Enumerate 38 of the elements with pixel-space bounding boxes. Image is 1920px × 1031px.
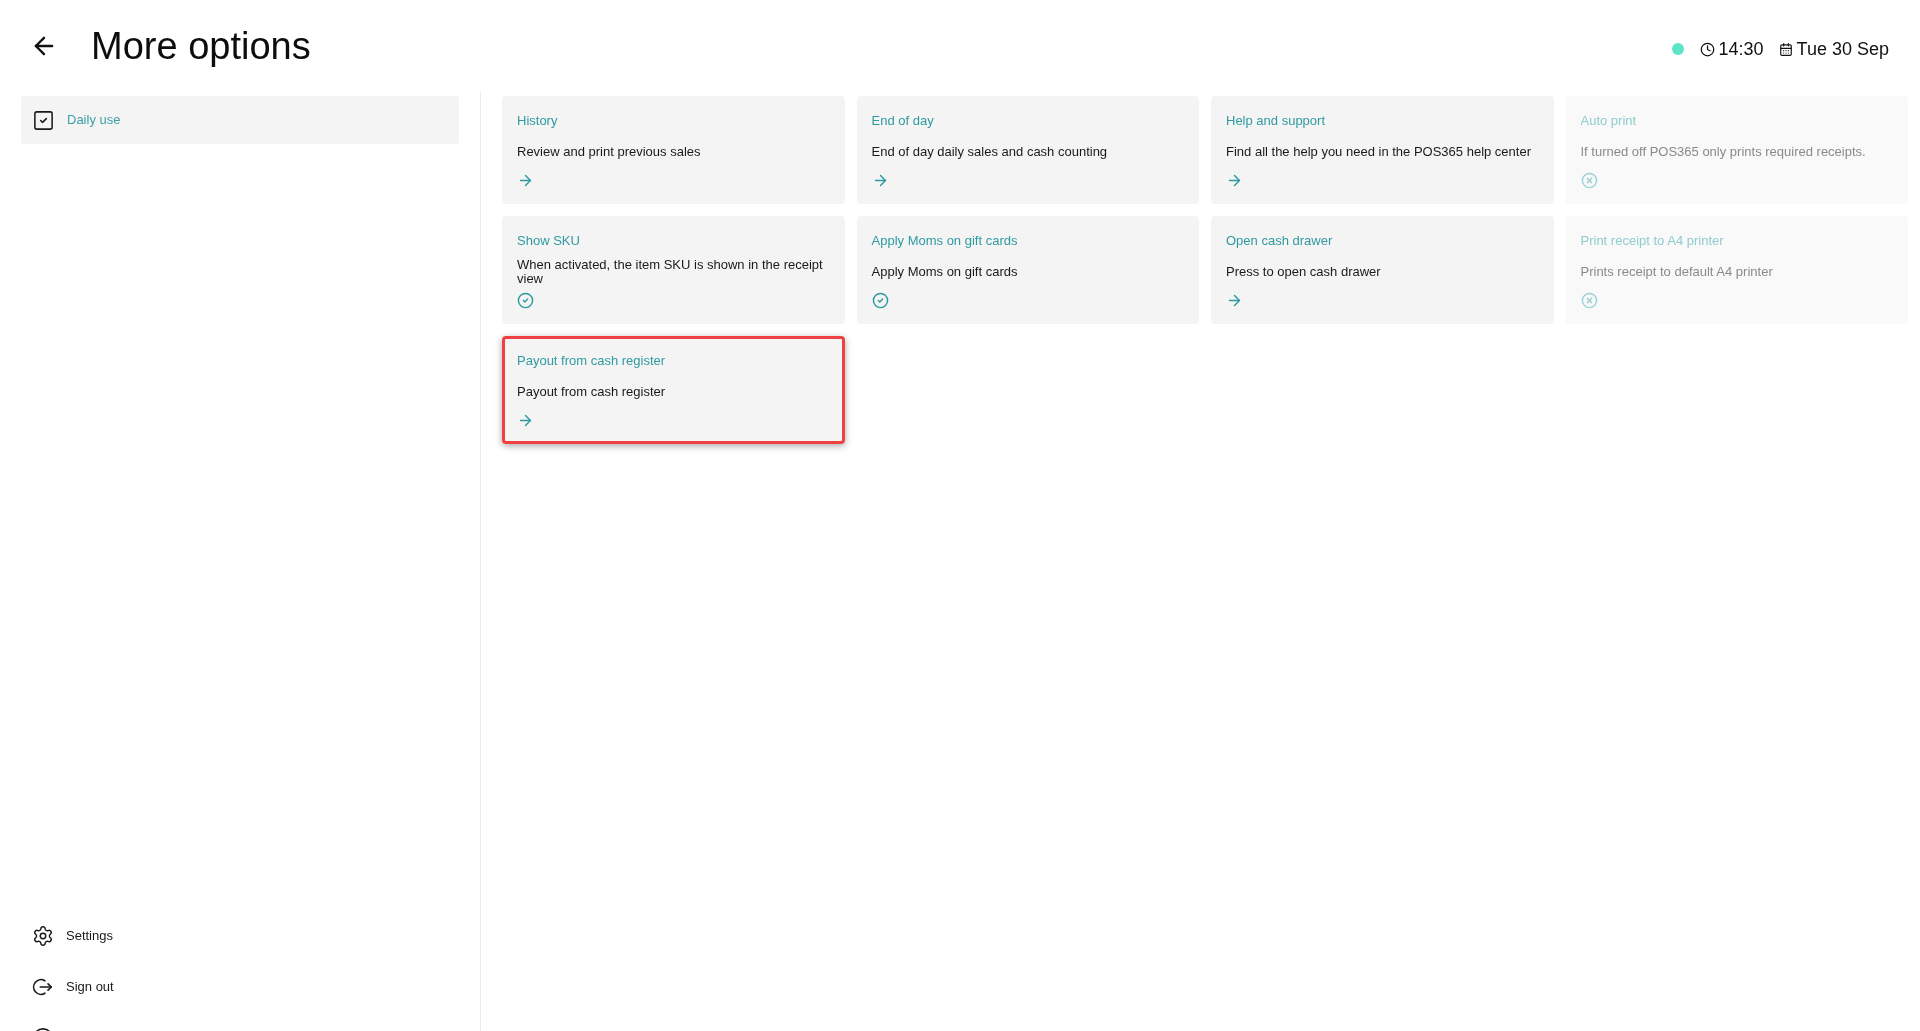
card-description: Prints receipt to default A4 printer xyxy=(1580,265,1773,279)
card-title: Help and support xyxy=(1226,113,1325,129)
card-title: Print receipt to A4 printer xyxy=(1580,233,1724,249)
clock-icon xyxy=(1699,41,1715,57)
date-text: Tue 30 Sep xyxy=(1796,38,1889,60)
card-title: History xyxy=(517,113,558,129)
checkbox-icon xyxy=(32,108,55,132)
option-card[interactable]: Open cash drawer Press to open cash drawer xyxy=(1211,216,1554,324)
option-card[interactable]: Payout from cash register Payout from cash register xyxy=(502,336,845,444)
option-card[interactable]: Show SKU When activated, the item SKU is shown in the receipt view xyxy=(502,216,845,324)
page-title: More options xyxy=(91,24,311,68)
card-title: Apply Moms on gift cards xyxy=(871,233,1018,249)
calendar-icon xyxy=(1778,41,1793,57)
settings-icon xyxy=(32,924,54,947)
card-description: Payout from cash register xyxy=(517,385,666,399)
option-card[interactable]: End of day End of day daily sales and cash counting xyxy=(856,96,1199,204)
arrow-right-icon xyxy=(517,412,534,429)
card-description: Review and print previous sales xyxy=(517,145,701,159)
card-description: When activated, the item SKU is shown in the receipt view xyxy=(517,258,824,286)
card-title: Auto print xyxy=(1580,113,1637,129)
card-description: End of day daily sales and cash counting xyxy=(871,145,1108,159)
card-title: Open cash drawer xyxy=(1226,233,1333,249)
card-title: Show SKU xyxy=(517,233,580,249)
option-card[interactable]: Apply Moms on gift cards Apply Moms on gift cards xyxy=(856,216,1199,324)
card-description: Apply Moms on gift cards xyxy=(871,265,1018,279)
sidebar-footer-link[interactable]: Sign out xyxy=(66,976,114,997)
arrow-right-icon xyxy=(517,172,534,189)
card-description: Press to open cash drawer xyxy=(1226,265,1381,279)
arrow-right-icon xyxy=(1226,172,1243,189)
card-title: End of day xyxy=(871,113,934,129)
arrow-right-icon xyxy=(1226,292,1243,309)
option-card[interactable]: Help and support Find all the help you need in the POS365 help center xyxy=(1211,96,1554,204)
card-description: Find all the help you need in the POS365 help center xyxy=(1226,145,1531,159)
sidebar-footer-link[interactable]: Settings xyxy=(66,925,113,946)
time-text: 14:30 xyxy=(1718,38,1764,60)
card-description: If turned off POS365 only prints required receipts. xyxy=(1580,145,1866,159)
option-card[interactable]: History Review and print previous sales xyxy=(502,96,845,204)
card-title: Payout from cash register xyxy=(517,353,666,369)
